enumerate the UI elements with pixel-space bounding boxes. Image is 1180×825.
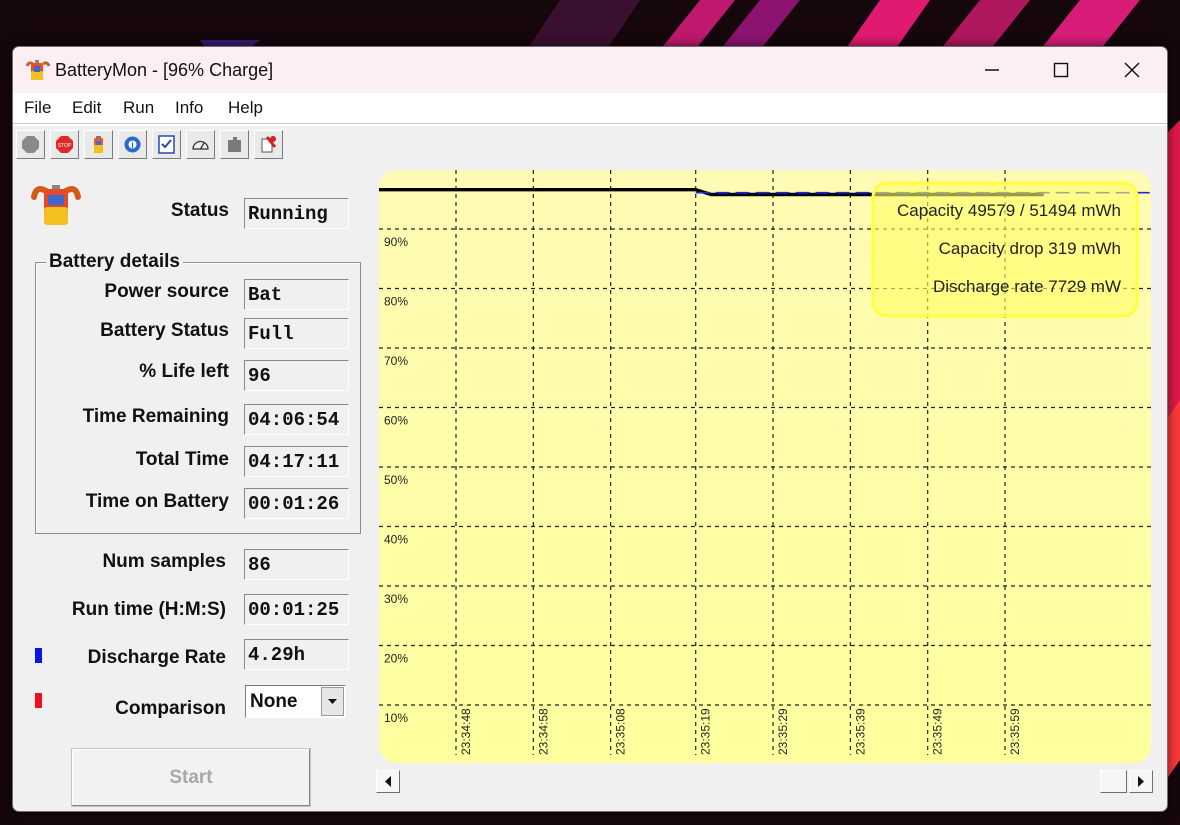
legend-annotation: Discharge rate 7729 mW	[933, 277, 1121, 296]
checklist-icon	[158, 135, 175, 154]
maximize-button[interactable]	[1026, 47, 1096, 93]
menu-file[interactable]: File	[24, 98, 51, 118]
toolbar-stop-circle-button[interactable]	[16, 130, 45, 159]
y-tick-label: 80%	[384, 295, 408, 309]
comparison-rate-label-clip: Comparison Rate	[73, 693, 226, 725]
toolbar-info-button[interactable]: i	[118, 130, 147, 159]
comparison-rate-select[interactable]: None	[245, 685, 346, 718]
app-window: BatteryMon - [96% Charge] File Edit Run …	[12, 46, 1168, 812]
menu-run[interactable]: Run	[123, 98, 154, 118]
menu-help[interactable]: Help	[228, 98, 263, 118]
toolbar-plugin-button[interactable]	[220, 130, 249, 159]
menu-edit[interactable]: Edit	[72, 98, 101, 118]
menu-info[interactable]: Info	[175, 98, 203, 118]
stop-circle-icon	[22, 136, 39, 153]
status-label: Status	[170, 200, 229, 221]
x-tick-label: 23:35:19	[699, 708, 713, 755]
maximize-icon	[1053, 62, 1069, 78]
total-time-label: Total Time	[135, 449, 229, 470]
puzzle-icon	[228, 137, 241, 152]
gauge-icon	[192, 140, 209, 150]
dropdown-arrow-button[interactable]	[321, 687, 344, 716]
tools-icon	[261, 136, 277, 153]
y-tick-label: 40%	[384, 533, 408, 547]
arrow-right-icon	[1138, 776, 1144, 787]
time-on-battery-label: Time on Battery	[85, 491, 229, 512]
y-tick-label: 90%	[384, 235, 408, 249]
x-tick-label: 23:35:08	[614, 708, 628, 755]
power-source-value: Bat	[244, 279, 349, 310]
x-tick-label: 23:35:29	[776, 708, 790, 755]
comparison-rate-label: Comparison Rate	[115, 698, 226, 719]
y-tick-label: 20%	[384, 652, 408, 666]
scroll-thumb[interactable]	[1100, 770, 1127, 793]
y-tick-label: 60%	[384, 414, 408, 428]
battery-mascot-icon	[31, 185, 81, 225]
comparison-rate-swatch	[35, 693, 42, 708]
status-value: Running	[244, 198, 349, 229]
scroll-left-button[interactable]	[376, 770, 400, 793]
x-tick-label: 23:34:48	[459, 708, 473, 755]
stop-sign-icon: STOP	[56, 136, 73, 153]
comparison-rate-selected: None	[250, 691, 298, 712]
discharge-rate-value: 4.29h	[244, 639, 349, 670]
toolbar-tools-button[interactable]	[254, 130, 283, 159]
title-bar: BatteryMon - [96% Charge]	[13, 47, 1167, 93]
svg-text:STOP: STOP	[58, 143, 72, 149]
battery-status-value: Full	[244, 318, 349, 349]
run-time-value: 00:01:25	[244, 594, 349, 625]
battery-chart: 90% 80% 70% 60% 50% 40% 30% 20% 10% 23:34:48 23:34…	[379, 170, 1151, 763]
battery-status-label: Battery Status	[100, 320, 229, 341]
x-tick-label: 23:35:59	[1008, 708, 1022, 755]
close-button[interactable]	[1097, 47, 1167, 93]
num-samples-label: Num samples	[102, 551, 226, 572]
battery-app-icon	[25, 60, 51, 80]
legend-annotation: Capacity drop 319 mWh	[939, 239, 1121, 258]
toolbar-stop-button[interactable]: STOP	[50, 130, 79, 159]
y-tick-label: 70%	[384, 354, 408, 368]
x-tick-label: 23:34:58	[536, 708, 550, 755]
battery-details-title: Battery details	[46, 251, 183, 273]
toolbar-separator	[13, 123, 1167, 126]
discharge-rate-label: Discharge Rate	[87, 647, 226, 668]
arrow-left-icon	[385, 776, 391, 787]
toolbar-checklist-button[interactable]	[152, 130, 181, 159]
toolbar-battery-button[interactable]	[84, 130, 113, 159]
time-remaining-label: Time Remaining	[82, 406, 229, 427]
total-time-value: 04:17:11	[244, 446, 349, 477]
battery-icon	[94, 136, 103, 153]
minimize-icon	[985, 69, 999, 71]
time-remaining-value: 04:06:54	[244, 404, 349, 435]
power-source-label: Power source	[104, 281, 229, 302]
minimize-button[interactable]	[957, 47, 1027, 93]
y-tick-label: 50%	[384, 473, 408, 487]
x-tick-label: 23:35:49	[931, 708, 945, 755]
toolbar-gauge-button[interactable]	[186, 130, 215, 159]
legend-annotation: Capacity 49579 / 51494 mWh	[897, 201, 1121, 220]
info-gear-icon: i	[124, 136, 141, 153]
life-left-value: 96	[244, 360, 349, 391]
start-button[interactable]: Start	[71, 748, 311, 807]
chevron-down-icon	[328, 699, 337, 704]
time-on-battery-value: 00:01:26	[244, 488, 349, 519]
y-tick-label: 10%	[384, 711, 408, 725]
svg-text:i: i	[131, 140, 134, 150]
life-left-label: % Life left	[139, 361, 229, 382]
y-tick-label: 30%	[384, 592, 408, 606]
menu-bar: File Edit Run Info Help	[13, 93, 1167, 123]
x-tick-label: 23:35:39	[853, 708, 867, 755]
chart-horizontal-scrollbar[interactable]	[376, 768, 1156, 795]
num-samples-value: 86	[244, 549, 349, 580]
close-icon	[1124, 62, 1140, 78]
window-title: BatteryMon - [96% Charge]	[55, 60, 274, 80]
run-time-label: Run time (H:M:S)	[71, 599, 226, 620]
discharge-rate-swatch	[35, 648, 42, 663]
scroll-right-button[interactable]	[1129, 770, 1153, 793]
